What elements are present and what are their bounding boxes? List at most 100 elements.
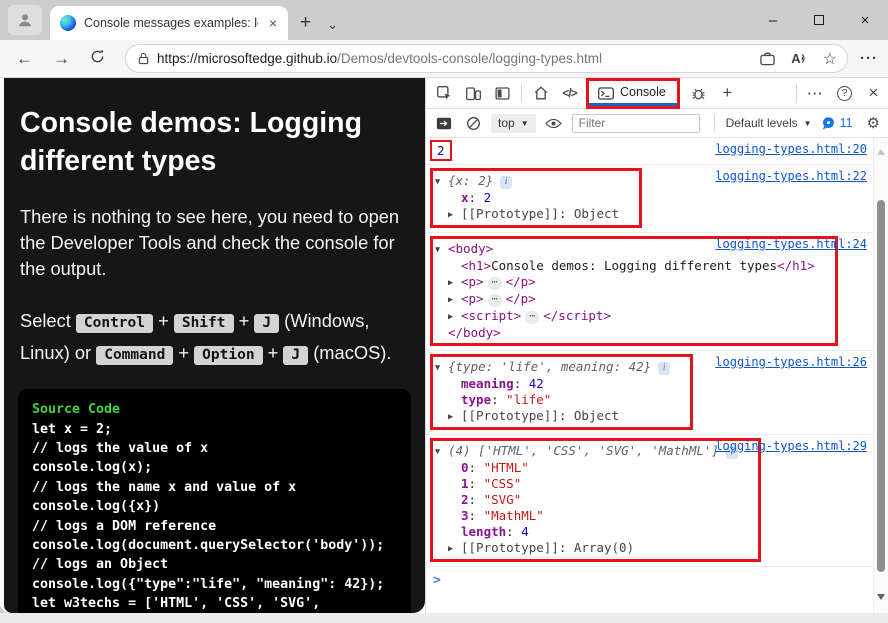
console-line: 0: "HTML": [435, 460, 738, 476]
code-line: // logs the value of x: [32, 439, 397, 458]
shortcut-text: +: [153, 310, 174, 331]
maximize-button[interactable]: [796, 0, 842, 40]
edge-favicon-icon: [60, 15, 76, 31]
profile-avatar[interactable]: [8, 5, 42, 35]
console-token: </body>: [448, 325, 501, 340]
code-line: // logs an Object: [32, 555, 397, 574]
console-token: </script>: [543, 308, 611, 323]
scroll-up-icon[interactable]: [877, 145, 885, 155]
console-source-link[interactable]: logging-types.html:22: [715, 169, 867, 183]
console-output: logging-types.html:20 2 logging-types.html…: [426, 138, 888, 613]
shortcut-text: +: [173, 342, 194, 363]
console-prompt-icon[interactable]: >: [433, 573, 441, 588]
code-line: console.log(x);: [32, 458, 397, 477]
shortcut-text: +: [234, 310, 255, 331]
scrollbar-thumb[interactable]: [877, 200, 885, 572]
caret-down-icon[interactable]: ▼: [435, 174, 448, 190]
tab-welcome[interactable]: [526, 80, 555, 107]
close-devtools-button[interactable]: ×: [859, 80, 888, 107]
console-prompt-row[interactable]: >: [426, 567, 873, 588]
caret-right-icon[interactable]: ▶: [448, 409, 461, 425]
window-controls: – ×: [750, 0, 888, 40]
collapsed-content-icon[interactable]: ⋯: [525, 311, 539, 324]
shortcut-text: +: [263, 342, 284, 363]
collapsed-content-icon[interactable]: ⋯: [488, 294, 502, 307]
dock-side-button[interactable]: [488, 80, 517, 107]
tab-close-icon[interactable]: ×: [266, 15, 280, 31]
devtools-help-button[interactable]: ?: [830, 80, 859, 107]
console-token: :: [469, 190, 484, 205]
url-field[interactable]: https://microsoftedge.github.io/Demos/de…: [125, 44, 848, 73]
console-messages: logging-types.html:20 2 logging-types.html…: [426, 138, 873, 588]
info-badge-icon[interactable]: i: [500, 176, 512, 189]
console-token: 4: [521, 524, 529, 539]
tab-search-chevron-icon[interactable]: ⌄: [327, 18, 338, 31]
refresh-button[interactable]: [90, 49, 105, 69]
console-token: :: [469, 508, 484, 523]
console-line: ▶[[Prototype]]: Object: [435, 408, 670, 425]
caret-down-icon[interactable]: ▼: [435, 242, 448, 258]
device-emulation-button[interactable]: [459, 80, 488, 107]
live-expression-button[interactable]: [543, 110, 565, 137]
console-token: :: [514, 376, 529, 391]
browser-menu-button[interactable]: ···: [860, 50, 878, 67]
console-sidebar-button[interactable]: [433, 110, 455, 137]
caret-down-icon[interactable]: ▼: [435, 444, 448, 460]
split-screen-button[interactable]: [760, 52, 775, 66]
log-levels-dropdown[interactable]: Default levels ▼: [726, 116, 812, 130]
console-source-link[interactable]: logging-types.html:29: [715, 439, 867, 453]
filter-input[interactable]: [572, 114, 700, 133]
read-aloud-button[interactable]: A: [791, 51, 806, 66]
tab-elements[interactable]: </>: [555, 80, 584, 107]
message-count-badge[interactable]: 11: [821, 116, 853, 131]
maximize-icon: [814, 15, 824, 25]
scroll-down-icon[interactable]: [877, 594, 885, 604]
message-bubble-icon: [821, 116, 835, 131]
divider: [796, 84, 797, 102]
caret-right-icon[interactable]: ▶: [448, 309, 461, 325]
clear-console-button[interactable]: [462, 110, 484, 137]
console-line: ▶[[Prototype]]: Object: [435, 206, 619, 223]
more-tabs-button[interactable]: +: [713, 80, 742, 107]
log-levels-label: Default levels: [726, 116, 798, 130]
scrollbar[interactable]: [873, 138, 888, 613]
divider: [714, 114, 715, 132]
console-line: ▶<script>⋯</script>: [435, 308, 815, 325]
caret-right-icon[interactable]: ▶: [448, 207, 461, 223]
code-line: let x = 2;: [32, 420, 397, 439]
close-window-button[interactable]: ×: [842, 0, 888, 40]
issues-bug-button[interactable]: [684, 80, 713, 107]
url-text: https://microsoftedge.github.io/Demos/de…: [157, 51, 744, 66]
devtools-tab-bar: </> Console + ··· ? ×: [426, 78, 888, 109]
console-source-link[interactable]: logging-types.html:20: [715, 142, 867, 156]
caret-right-icon[interactable]: ▶: [448, 292, 461, 308]
collapsed-content-icon[interactable]: ⋯: [488, 277, 502, 290]
info-badge-icon[interactable]: i: [658, 362, 670, 375]
caret-down-icon[interactable]: ▼: [435, 360, 448, 376]
console-source-link[interactable]: logging-types.html:26: [715, 355, 867, 369]
console-settings-button[interactable]: ⚙: [867, 114, 880, 132]
console-line: 1: "CSS": [435, 476, 738, 492]
back-button[interactable]: ←: [16, 49, 33, 69]
kbd-key: Shift: [174, 314, 234, 333]
inspect-element-button[interactable]: [430, 80, 459, 107]
tab-console[interactable]: Console: [589, 81, 677, 106]
page-title: Console demos: Logging different types: [20, 104, 409, 180]
console-line: ▼{type: 'life', meaning: 42}i: [435, 359, 670, 376]
inspect-icon: [436, 85, 453, 102]
console-source-link[interactable]: logging-types.html:24: [715, 237, 867, 251]
shortcut-line: Select Control + Shift + J (Windows, Lin…: [20, 305, 409, 369]
console-token: 2: [461, 492, 469, 507]
forward-button[interactable]: →: [53, 49, 70, 69]
chevron-down-icon: ▼: [521, 119, 529, 128]
devtools-menu-button[interactable]: ···: [801, 80, 830, 107]
caret-right-icon[interactable]: ▶: [448, 541, 461, 557]
context-selector[interactable]: top ▼: [491, 114, 536, 133]
caret-right-icon[interactable]: ▶: [448, 275, 461, 291]
minimize-button[interactable]: –: [750, 0, 796, 40]
bug-icon: [690, 85, 707, 102]
new-tab-button[interactable]: +: [300, 13, 311, 32]
browser-tab[interactable]: Console messages examples: log ×: [50, 6, 288, 40]
console-token: :: [469, 476, 484, 491]
add-favorite-button[interactable]: ☆: [823, 49, 837, 69]
